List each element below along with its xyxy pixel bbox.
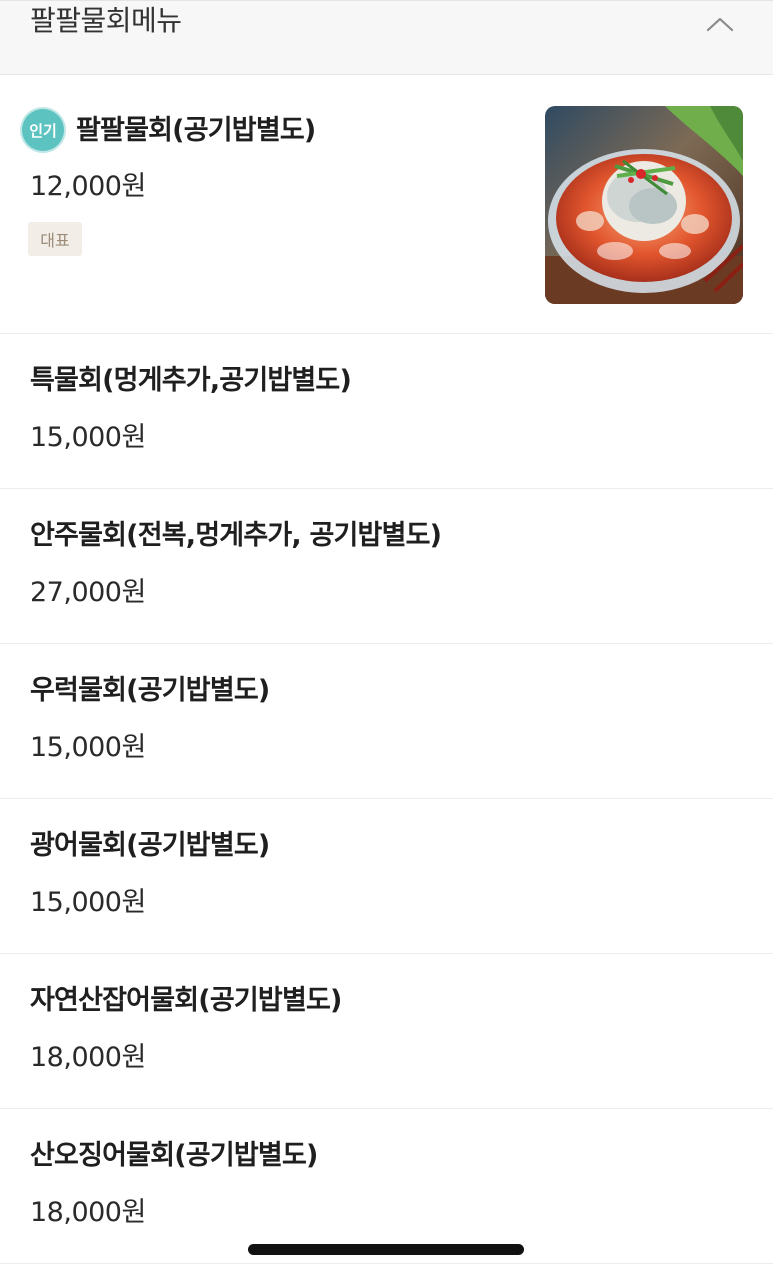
- menu-item-price: 15,000원: [30, 732, 146, 763]
- menu-page: 팔팔물회메뉴 인기 팔팔물회(공기밥별도) 12,000원 대표 특물회(멍게추…: [0, 0, 773, 1270]
- menu-item[interactable]: [0, 334, 773, 489]
- menu-item[interactable]: [0, 954, 773, 1109]
- menu-item[interactable]: [0, 1109, 773, 1264]
- menu-section-header[interactable]: 팔팔물회메뉴: [0, 0, 773, 75]
- menu-item[interactable]: [0, 644, 773, 799]
- collapse-button[interactable]: [700, 9, 740, 39]
- menu-item-price: 27,000원: [30, 577, 146, 608]
- menu-item-photo[interactable]: [545, 106, 743, 304]
- section-title: 팔팔물회메뉴: [30, 4, 182, 37]
- menu-item-price: 18,000원: [30, 1197, 146, 1228]
- menu-item-price: 18,000원: [30, 1042, 146, 1073]
- representative-tag: 대표: [28, 222, 82, 256]
- menu-item-name: 산오징어물회(공기밥별도): [30, 1140, 318, 1171]
- menu-item-price: 15,000원: [30, 422, 146, 453]
- menu-item[interactable]: [0, 489, 773, 644]
- popular-badge: 인기: [22, 109, 64, 151]
- menu-item-name: 팔팔물회(공기밥별도): [76, 115, 316, 146]
- chevron-up-icon: [706, 17, 734, 32]
- menu-item-name: 안주물회(전복,멍게추가, 공기밥별도): [30, 520, 442, 551]
- menu-item-name: 광어물회(공기밥별도): [30, 830, 270, 861]
- mulhoe-bowl-image: [545, 106, 743, 304]
- menu-item[interactable]: [0, 799, 773, 954]
- menu-item-price: 15,000원: [30, 887, 146, 918]
- menu-item-price: 12,000원: [30, 171, 146, 202]
- home-indicator[interactable]: [248, 1244, 524, 1255]
- menu-item-name: 자연산잡어물회(공기밥별도): [30, 985, 342, 1016]
- menu-item-name: 우럭물회(공기밥별도): [30, 675, 270, 706]
- menu-item-name: 특물회(멍게추가,공기밥별도): [30, 365, 352, 396]
